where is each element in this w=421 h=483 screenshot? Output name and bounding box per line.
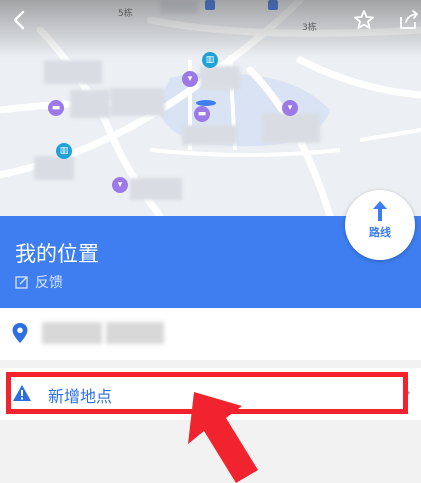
route-arrow-icon — [373, 201, 387, 221]
shopping-cart-poi-icon[interactable]: ▾ — [282, 100, 298, 116]
blurred-label — [70, 90, 110, 118]
star-outline-icon — [354, 10, 374, 29]
address-row[interactable] — [0, 308, 421, 360]
hotel-poi-icon[interactable]: ▬ — [194, 106, 210, 122]
feedback-link[interactable]: 反馈 — [15, 272, 63, 292]
shopping-cart-poi-icon[interactable]: ▾ — [112, 177, 128, 193]
blurred-label — [130, 178, 182, 200]
blurred-label — [262, 113, 320, 143]
location-pin-icon — [12, 323, 28, 343]
blurred-label — [200, 66, 240, 90]
feedback-label: 反馈 — [35, 275, 63, 291]
back-button[interactable] — [6, 8, 34, 36]
favorite-button[interactable] — [350, 8, 378, 36]
route-button[interactable]: 路线 — [345, 190, 415, 260]
blurred-label — [44, 60, 102, 84]
map-view[interactable]: ▬ ▾ ▥ ▬ ▾ ▥ ▾ 5栋 3栋 — [0, 0, 421, 216]
edit-icon — [15, 276, 28, 289]
blurred-label — [34, 156, 74, 180]
blurred-address — [42, 322, 102, 344]
blurred-label — [110, 88, 165, 116]
location-title: 我的位置 — [15, 242, 99, 266]
hotel-poi-icon[interactable]: ▬ — [48, 100, 64, 116]
route-button-label: 路线 — [369, 226, 391, 239]
blurred-label — [182, 125, 238, 145]
current-location-marker — [196, 100, 216, 106]
share-icon — [400, 10, 419, 29]
blurred-address — [106, 322, 164, 344]
shopping-cart-poi-icon[interactable]: ▾ — [182, 71, 198, 87]
bank-poi-icon[interactable]: ▥ — [56, 143, 72, 159]
chevron-left-icon — [13, 10, 25, 30]
highlight-box — [6, 372, 408, 414]
share-button[interactable] — [395, 8, 421, 36]
